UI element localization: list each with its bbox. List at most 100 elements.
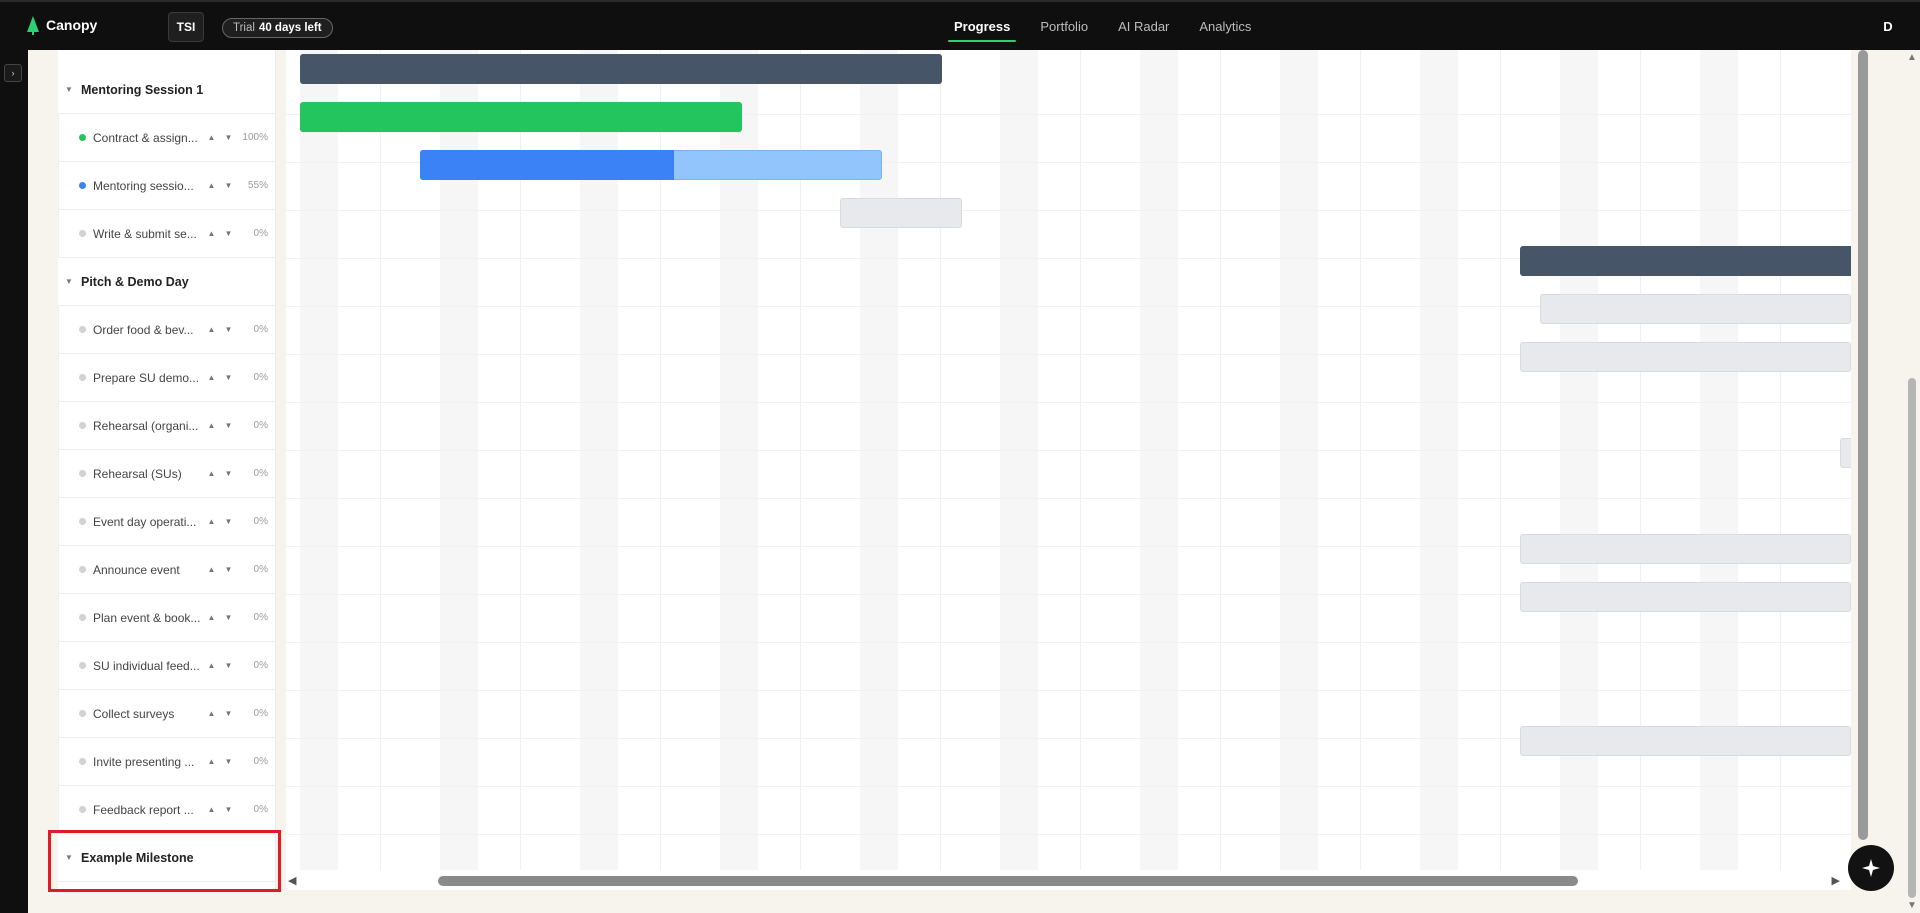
arrow-up-icon[interactable]: ▲ <box>203 421 220 430</box>
task-row[interactable]: Prepare SU demo... ▲ ▼ 0% <box>58 354 276 402</box>
trial-label: Trial <box>233 22 255 34</box>
task-bar[interactable] <box>300 102 742 132</box>
tab-portfolio[interactable]: Portfolio <box>1026 2 1102 50</box>
chevron-down-icon[interactable]: ▼ <box>65 85 77 94</box>
task-bar[interactable] <box>1520 342 1851 372</box>
arrow-left-icon[interactable]: ◀ <box>288 874 296 887</box>
status-dot-icon <box>79 758 86 765</box>
ai-assistant-button[interactable] <box>1848 845 1894 891</box>
arrow-up-icon[interactable]: ▲ <box>203 133 220 142</box>
arrow-down-icon[interactable]: ▼ <box>220 565 237 574</box>
task-bar[interactable] <box>1540 294 1851 324</box>
page-vertical-scrollbar[interactable]: ▲ ▼ <box>1904 50 1920 913</box>
row-separator <box>286 498 1851 499</box>
arrow-up-icon[interactable]: ▲ <box>203 757 220 766</box>
task-row[interactable]: Order food & bev... ▲ ▼ 0% <box>58 306 276 354</box>
arrow-down-icon[interactable]: ▼ <box>220 661 237 670</box>
task-name: Feedback report ... <box>93 802 194 817</box>
status-dot-icon <box>79 374 86 381</box>
arrow-down-icon[interactable]: ▼ <box>220 613 237 622</box>
chevron-down-icon[interactable]: ▼ <box>65 853 77 862</box>
arrow-down-icon[interactable]: ▼ <box>220 805 237 814</box>
milestone-row[interactable]: ▼ Pitch & Demo Day <box>58 258 276 306</box>
arrow-up-icon[interactable]: ▲ <box>203 565 220 574</box>
milestone-row[interactable]: ▼ Mentoring Session 1 <box>58 66 276 114</box>
arrow-down-icon[interactable]: ▼ <box>220 709 237 718</box>
arrow-down-icon[interactable]: ▼ <box>1907 900 1917 911</box>
status-dot-icon <box>79 710 86 717</box>
row-separator <box>286 786 1851 787</box>
scrollbar-thumb[interactable] <box>1908 378 1916 898</box>
status-dot-icon <box>79 470 86 477</box>
arrow-down-icon[interactable]: ▼ <box>220 181 237 190</box>
tab-ai-radar[interactable]: AI Radar <box>1104 2 1183 50</box>
arrow-up-icon[interactable]: ▲ <box>203 661 220 670</box>
workspace-badge[interactable]: TSI <box>168 12 204 42</box>
task-row[interactable]: Collect surveys ▲ ▼ 0% <box>58 690 276 738</box>
status-dot-icon <box>79 566 86 573</box>
status-dot-icon <box>79 134 86 141</box>
task-progress: 0% <box>253 660 268 671</box>
scrollbar-thumb[interactable] <box>438 876 1578 886</box>
arrow-down-icon[interactable]: ▼ <box>220 325 237 334</box>
task-row[interactable]: Write & submit se... ▲ ▼ 0% <box>58 210 276 258</box>
sidebar-toggle-button[interactable]: › <box>4 64 22 82</box>
arrow-up-icon[interactable]: ▲ <box>1907 52 1917 63</box>
task-progress: 0% <box>253 612 268 623</box>
task-row[interactable]: Event day operati... ▲ ▼ 0% <box>58 498 276 546</box>
arrow-down-icon[interactable]: ▼ <box>220 757 237 766</box>
arrow-down-icon[interactable]: ▼ <box>220 229 237 238</box>
task-name: Event day operati... <box>93 514 197 529</box>
tab-progress[interactable]: Progress <box>940 2 1024 50</box>
status-dot-icon <box>79 230 86 237</box>
arrow-down-icon[interactable]: ▼ <box>220 517 237 526</box>
milestone-name: Example Milestone <box>81 850 194 865</box>
milestone-bar[interactable] <box>1520 246 1851 276</box>
arrow-up-icon[interactable]: ▲ <box>203 613 220 622</box>
arrow-down-icon[interactable]: ▼ <box>220 133 237 142</box>
task-bar[interactable] <box>1520 726 1851 756</box>
arrow-down-icon[interactable]: ▼ <box>220 469 237 478</box>
milestone-name: Pitch & Demo Day <box>81 274 189 289</box>
arrow-down-icon[interactable]: ▼ <box>220 421 237 430</box>
task-name: Mentoring sessio... <box>93 178 194 193</box>
task-bar[interactable] <box>1520 534 1851 564</box>
task-row[interactable]: Feedback report ... ▲ ▼ 0% <box>58 786 276 834</box>
app-logo[interactable]: Canopy <box>26 15 97 35</box>
task-row[interactable]: SU individual feed... ▲ ▼ 0% <box>58 642 276 690</box>
task-row[interactable]: Plan event & book... ▲ ▼ 0% <box>58 594 276 642</box>
task-row[interactable]: Rehearsal (SUs) ▲ ▼ 0% <box>58 450 276 498</box>
chevron-down-icon[interactable]: ▼ <box>65 277 77 286</box>
task-progress: 0% <box>253 468 268 479</box>
trial-badge[interactable]: Trial 40 days left <box>222 18 333 38</box>
task-name: SU individual feed... <box>93 658 200 673</box>
arrow-right-icon[interactable]: ▶ <box>1832 874 1840 887</box>
task-row[interactable]: Invite presenting ... ▲ ▼ 0% <box>58 738 276 786</box>
arrow-up-icon[interactable]: ▲ <box>203 469 220 478</box>
task-row[interactable]: Contract & assign... ▲ ▼ 100% <box>58 114 276 162</box>
task-row[interactable]: Announce event ▲ ▼ 0% <box>58 546 276 594</box>
arrow-up-icon[interactable]: ▲ <box>203 229 220 238</box>
task-progress: 0% <box>253 708 268 719</box>
task-bar[interactable] <box>1840 438 1851 468</box>
milestone-bar[interactable] <box>300 54 942 84</box>
task-bar[interactable] <box>840 198 962 228</box>
horizontal-scrollbar[interactable]: ◀ ▶ <box>286 872 1846 888</box>
arrow-up-icon[interactable]: ▲ <box>203 325 220 334</box>
task-name: Announce event <box>93 562 180 577</box>
task-row[interactable]: Mentoring sessio... ▲ ▼ 55% <box>58 162 276 210</box>
arrow-up-icon[interactable]: ▲ <box>203 373 220 382</box>
weekend-column <box>1140 50 1178 870</box>
gantt-vertical-scrollbar[interactable] <box>1858 50 1868 840</box>
milestone-row[interactable]: ▼ Example Milestone <box>58 834 276 882</box>
arrow-up-icon[interactable]: ▲ <box>203 517 220 526</box>
task-name: Rehearsal (SUs) <box>93 466 182 481</box>
user-avatar[interactable]: D <box>1878 16 1898 36</box>
arrow-up-icon[interactable]: ▲ <box>203 709 220 718</box>
arrow-up-icon[interactable]: ▲ <box>203 805 220 814</box>
task-bar[interactable] <box>1520 582 1851 612</box>
arrow-down-icon[interactable]: ▼ <box>220 373 237 382</box>
arrow-up-icon[interactable]: ▲ <box>203 181 220 190</box>
tab-analytics[interactable]: Analytics <box>1185 2 1265 50</box>
task-row[interactable]: Rehearsal (organi... ▲ ▼ 0% <box>58 402 276 450</box>
